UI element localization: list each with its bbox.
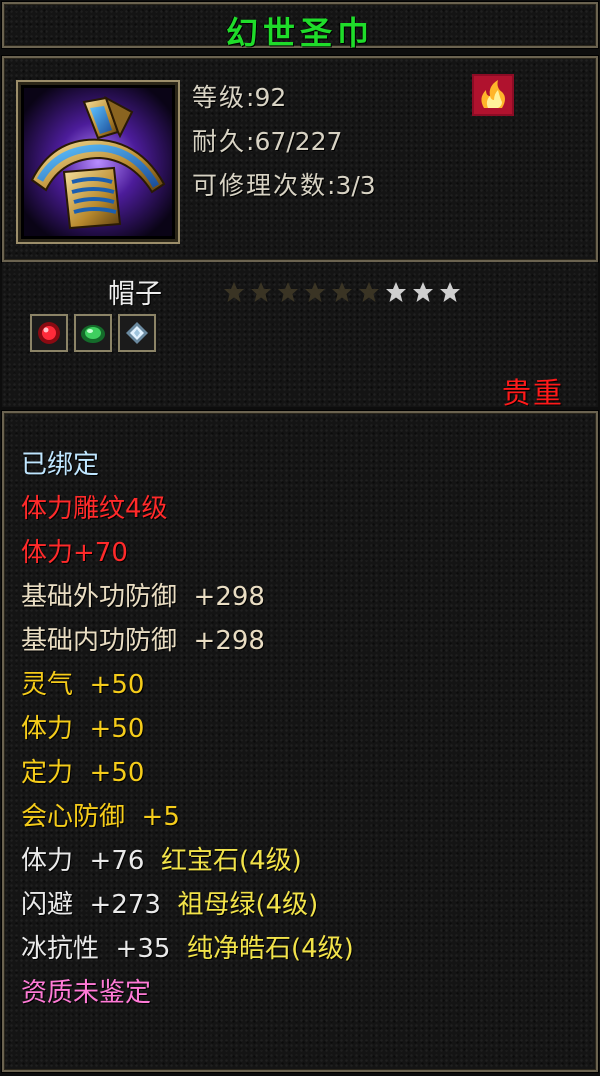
base-outer-defense-line: 基础外功防御 +298 [21, 575, 354, 619]
item-header: 等级:92 耐久:67/227 可修理次数:3/3 [2, 56, 598, 262]
stat-value: +50 [89, 670, 145, 700]
stat-value: +5 [141, 802, 180, 832]
stat-value: +298 [193, 582, 265, 612]
item-name: 幻世圣巾 [225, 14, 374, 52]
star-rating [222, 280, 462, 304]
bonus-line-spirit: 灵气 +50 [21, 663, 354, 707]
bonus-line-stamina: 体力 +50 [21, 707, 354, 751]
emerald-gem-icon [81, 325, 105, 343]
quality-status: 资质未鉴定 [21, 978, 152, 1008]
stat-value: +273 [89, 890, 161, 920]
base-inner-defense-line: 基础内功防御 +298 [21, 619, 354, 663]
durability-stat: 耐久:67/227 [192, 122, 342, 158]
star-icon [224, 282, 244, 302]
bonus-line-crit-defense: 会心防御 +5 [21, 795, 354, 839]
gem-name: 红宝石(4级) [160, 846, 302, 876]
level-stat: 等级:92 [192, 78, 286, 114]
stat-label: 灵气 [21, 670, 74, 700]
gem-line-diamond: 冰抗性 +35 纯净皓石(4级) [21, 927, 354, 971]
durability-value: :67/227 [246, 127, 343, 156]
star-icon [332, 282, 352, 302]
gem-name: 纯净皓石(4级) [186, 934, 354, 964]
stat-label: 体力 [21, 846, 74, 876]
diamond-gem-icon [126, 322, 148, 344]
engraving-bonus-line: 体力+70 [21, 538, 128, 568]
gem-slots [30, 314, 156, 352]
ruby-gem-icon [38, 322, 60, 344]
level-label: 等级 [192, 83, 247, 112]
stat-value: +298 [193, 626, 265, 656]
level-value: :92 [246, 83, 287, 112]
star-icon [413, 282, 433, 302]
rarity-label: 贵重 [501, 376, 564, 410]
property-list: 已绑定 体力雕纹4级 体力+70 基础外功防御 +298 基础内功防御 +298… [21, 443, 354, 1015]
star-icon [386, 282, 406, 302]
stat-label: 基础内功防御 [21, 626, 178, 656]
item-type: 帽子 [108, 279, 162, 310]
engraving-line: 体力雕纹4级 [21, 494, 168, 524]
star-icon [440, 282, 460, 302]
stat-value: +50 [89, 758, 145, 788]
stat-label: 体力 [21, 714, 74, 744]
stat-value: +76 [89, 846, 145, 876]
bound-status: 已绑定 [21, 450, 100, 480]
stat-label: 定力 [21, 758, 74, 788]
repair-value: :3/3 [327, 171, 376, 200]
star-icon [251, 282, 271, 302]
repair-label: 可修理次数 [192, 171, 328, 200]
title-bar: 幻世圣巾 [2, 2, 598, 52]
star-icon [305, 282, 325, 302]
item-properties: 已绑定 体力雕纹4级 体力+70 基础外功防御 +298 基础内功防御 +298… [2, 411, 598, 1072]
gem-slot-diamond[interactable] [118, 314, 156, 352]
flame-badge-icon[interactable] [472, 74, 514, 116]
stat-value: +50 [89, 714, 145, 744]
gem-line-emerald: 闪避 +273 祖母绿(4级) [21, 883, 354, 927]
stat-label: 闪避 [21, 890, 74, 920]
gem-line-ruby: 体力 +76 红宝石(4级) [21, 839, 354, 883]
stat-label: 冰抗性 [21, 934, 100, 964]
repair-stat: 可修理次数:3/3 [192, 166, 376, 202]
headband-icon [24, 88, 172, 236]
gem-slot-emerald[interactable] [74, 314, 112, 352]
durability-label: 耐久 [192, 127, 247, 156]
gem-name: 祖母绿(4级) [177, 890, 319, 920]
item-icon-frame [16, 80, 180, 244]
stat-label: 会心防御 [21, 802, 126, 832]
star-icon [359, 282, 379, 302]
item-summary: 帽子 贵重 [2, 262, 598, 410]
bonus-line-focus: 定力 +50 [21, 751, 354, 795]
gem-slot-ruby[interactable] [30, 314, 68, 352]
stat-value: +35 [115, 934, 171, 964]
stat-label: 基础外功防御 [21, 582, 178, 612]
star-icon [278, 282, 298, 302]
